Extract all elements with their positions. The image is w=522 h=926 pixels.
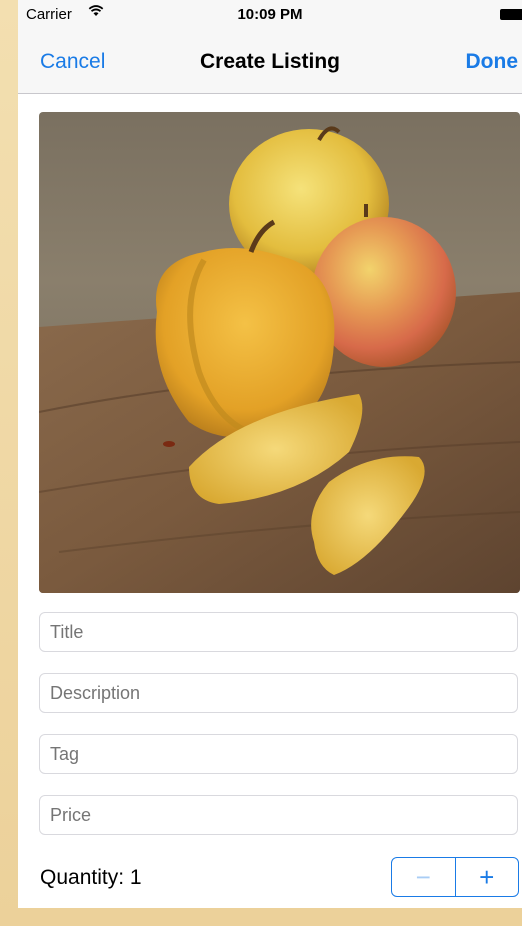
- done-button[interactable]: Done: [466, 50, 519, 74]
- tag-field[interactable]: [39, 734, 518, 774]
- status-time: 10:09 PM: [237, 6, 303, 23]
- title-field[interactable]: [39, 612, 518, 652]
- battery-icon: [500, 9, 522, 20]
- page-title: Create Listing: [199, 50, 341, 73]
- description-field[interactable]: [39, 673, 518, 713]
- navigation-bar: Cancel Create Listing Done: [18, 28, 522, 94]
- status-bar: Carrier 10:09 PM: [18, 0, 522, 28]
- decrement-button[interactable]: −: [392, 858, 456, 896]
- phone-screen: Carrier 10:09 PM Cancel Create Listing D…: [18, 0, 522, 908]
- quantity-stepper[interactable]: − +: [391, 857, 519, 897]
- listing-photo[interactable]: [39, 112, 520, 593]
- quantity-label: Quantity: 1: [40, 866, 142, 889]
- price-field[interactable]: [39, 795, 518, 835]
- increment-button[interactable]: +: [456, 858, 519, 896]
